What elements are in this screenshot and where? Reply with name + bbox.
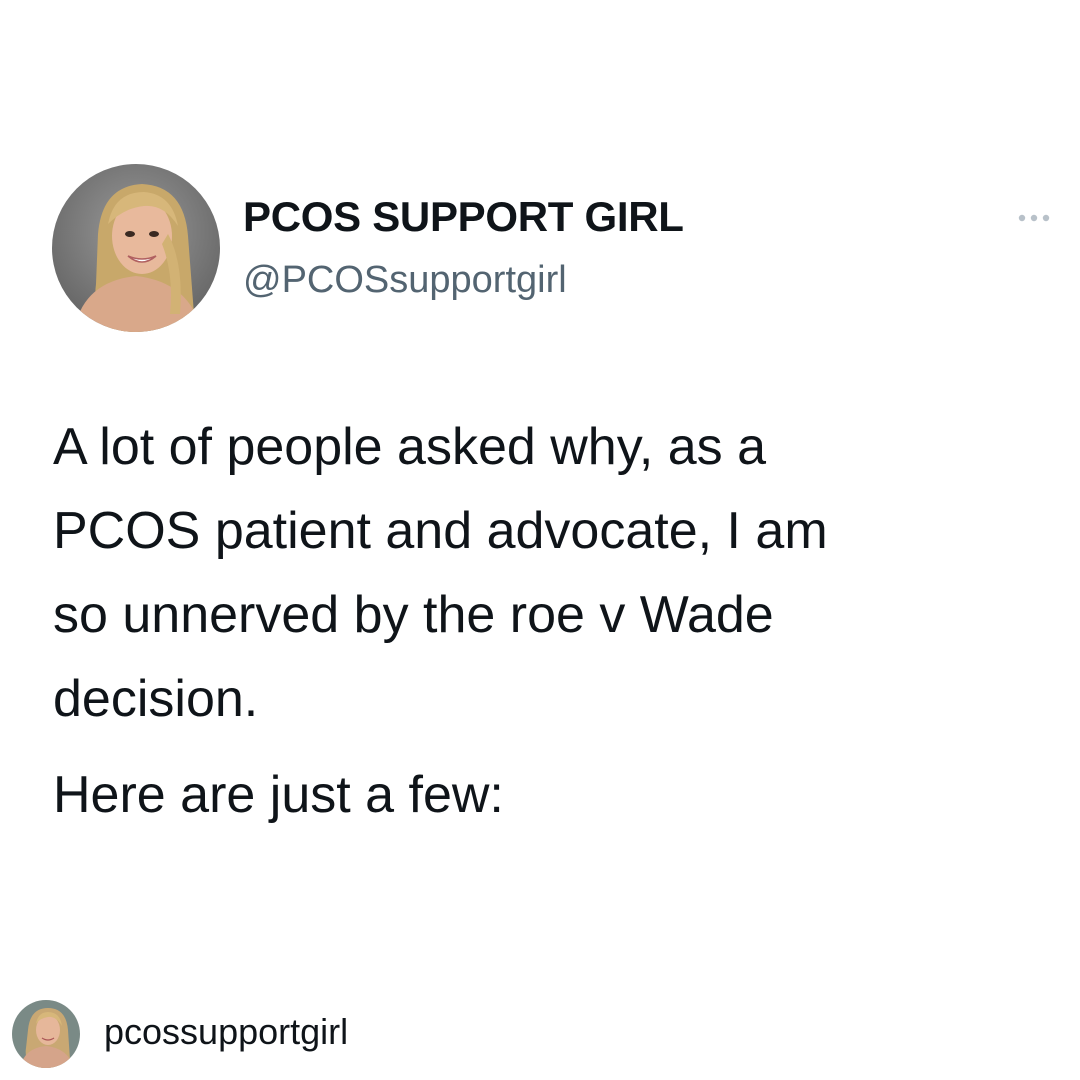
user-handle[interactable]: @PCOSsupportgirl [243, 259, 567, 303]
repost-avatar[interactable] [12, 1000, 80, 1068]
tweet-line: so unnerved by the roe v Wade [53, 586, 774, 644]
tweet-line: decision. [53, 670, 259, 728]
tweet-line: A lot of people asked why, as a [53, 418, 767, 476]
repost-username[interactable]: pcossupportgirl [104, 1011, 348, 1052]
tweet-body: A lot of people asked why, as a PCOS pat… [53, 405, 1043, 837]
more-horizontal-icon[interactable] [1016, 210, 1056, 226]
tweet-paragraph: Here are just a few: [53, 753, 1043, 837]
profile-avatar[interactable] [52, 164, 220, 332]
display-name[interactable]: PCOS SUPPORT GIRL [243, 193, 684, 241]
tweet-line: PCOS patient and advocate, I am [53, 502, 828, 560]
tweet-line: Here are just a few: [53, 766, 504, 824]
profile-photo [52, 164, 220, 332]
tweet-paragraph: A lot of people asked why, as a PCOS pat… [53, 405, 1043, 741]
repost-profile-photo [12, 1000, 80, 1068]
